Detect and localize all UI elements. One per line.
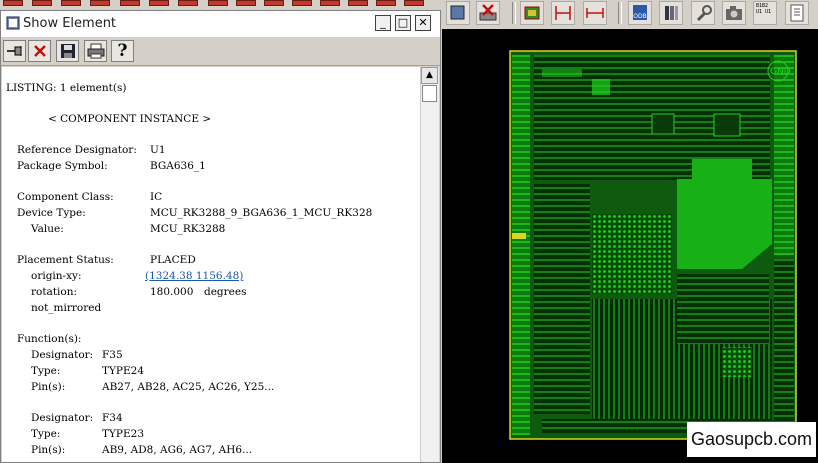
scroll-up-arrow-icon[interactable]: ▲ [421,67,438,84]
delete-component-icon[interactable] [476,1,500,25]
pcb-layout-canvas[interactable]: GND [442,29,818,463]
show-element-toolbar: ? [1,38,440,66]
toolbar-red-icon[interactable] [264,0,284,6]
toolbar-red-icon[interactable] [236,0,256,6]
pin-icon[interactable] [3,40,26,62]
toolbar-red-icon[interactable] [90,0,110,6]
functions-label: Function(s): [17,333,82,345]
toolbar-red-icon[interactable] [178,0,198,6]
toolbar-red-icon[interactable] [149,0,169,6]
square-select-icon[interactable] [446,1,470,25]
vertical-dimension-icon[interactable] [551,1,575,25]
function-type-label: Type: [31,428,61,440]
close-x-icon[interactable] [28,40,51,62]
rotation-label: rotation: [31,286,78,298]
component-class-value: IC [150,191,163,203]
odb-export-icon[interactable]: ODB [628,1,652,25]
layer-icon[interactable] [659,1,683,25]
reference-label-icon[interactable]: B1B2 U1 U1 [753,1,777,25]
function-pins-value: AB9, AD8, AG6, AG7, AH6... [102,444,253,456]
mirrored-status: not_mirrored [31,302,102,314]
reference-designator-label: Reference Designator: [17,144,137,156]
function-pins-label: Pin(s): [31,444,66,456]
origin-xy-link[interactable]: (1324.38 1156.48) [145,270,243,282]
toolbar-red-icon[interactable] [292,0,312,6]
listing-text-area[interactable]: LISTING: 1 element(s) < COMPONENT INSTAN… [2,67,420,462]
vertical-scrollbar[interactable]: ▲ [420,67,439,462]
component-class-label: Component Class: [17,191,114,203]
device-type-label: Device Type: [17,207,86,219]
function-designator-value: F34 [102,412,123,424]
function-pins-label: Pin(s): [31,381,66,393]
reference-designator-value: U1 [150,144,166,156]
watermark-text: Gaosupcb.com [687,422,816,457]
reference-label-text: B1B2 U1 U1 [756,3,772,15]
function-pins-value: AB27, AB28, AC25, AC26, Y25... [102,381,275,393]
print-icon[interactable] [84,40,107,62]
title-bar[interactable]: Show Element _ □ ✕ [1,11,440,37]
maximize-button[interactable]: □ [395,15,411,31]
scroll-thumb[interactable] [422,85,437,102]
wrench-icon[interactable] [691,1,715,25]
window-title: Show Element [23,16,117,31]
rotation-value: 180.000 [150,286,194,298]
close-button[interactable]: ✕ [415,15,431,31]
toolbar-red-icon[interactable] [32,0,52,6]
function-type-label: Type: [31,365,61,377]
show-element-window: Show Element _ □ ✕ ? LISTING: 1 element(… [0,10,441,463]
horizontal-dimension-icon[interactable] [583,1,607,25]
device-type-value: MCU_RK3288_9_BGA636_1_MCU_RK328 [150,207,373,219]
toolbar-red-icon[interactable] [348,0,368,6]
section-heading: < COMPONENT INSTANCE > [48,113,212,125]
package-symbol-label: Package Symbol: [17,160,108,172]
toolbar-red-icon[interactable] [120,0,140,6]
package-symbol-value: BGA636_1 [150,160,206,172]
document-icon[interactable] [785,1,809,25]
function-type-value: TYPE23 [102,428,145,440]
minimize-button[interactable]: _ [375,15,391,31]
placement-status-label: Placement Status: [17,254,114,266]
toolbar-red-icon[interactable] [3,0,23,6]
value-label: Value: [31,223,64,235]
listing-header: LISTING: 1 element(s) [6,82,127,94]
chip-icon[interactable] [520,1,544,25]
camera-icon[interactable] [722,1,746,25]
toolbar-red-icon[interactable] [320,0,340,6]
toolbar-red-icon[interactable] [404,0,424,6]
window-icon [6,16,20,30]
toolbar-red-icon[interactable] [376,0,396,6]
toolbar-separator [618,2,622,24]
pcb-board-drawing: GND [509,50,797,440]
placement-status-value: PLACED [150,254,196,266]
function-designator-label: Designator: [31,412,94,424]
toolbar-red-icon[interactable] [208,0,228,6]
save-icon[interactable] [56,40,79,62]
origin-xy-label: origin-xy: [31,270,82,282]
function-designator-value: F35 [102,349,123,361]
rotation-unit: degrees [204,286,247,298]
help-icon[interactable]: ? [111,40,134,62]
toolbar-separator [512,2,516,24]
toolbar-red-icon[interactable] [61,0,81,6]
value-value: MCU_RK3288 [150,223,226,235]
function-type-value: TYPE24 [102,365,145,377]
svg-text:ODB: ODB [633,13,646,20]
function-designator-label: Designator: [31,349,94,361]
